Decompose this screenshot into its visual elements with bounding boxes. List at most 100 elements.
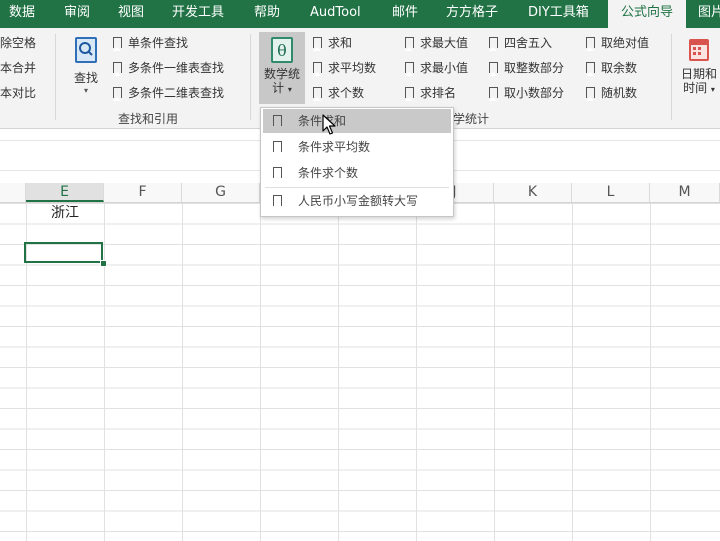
date-time-button[interactable]: 日期和 时间 ▾ (678, 36, 720, 96)
average-item[interactable]: 求平均数 (313, 58, 376, 78)
bookmark-icon (273, 195, 282, 209)
sum-item[interactable]: 求和 (313, 33, 352, 53)
remainder-label: 取余数 (601, 61, 638, 75)
chevron-down-icon: ▾ (710, 85, 715, 94)
selected-cell[interactable] (24, 242, 103, 263)
tab-help[interactable]: 帮助 (254, 0, 280, 28)
decimal-part-label: 取小数部分 (504, 86, 565, 100)
math-statistics-label-2: 计 (272, 81, 285, 95)
bookmark-icon (113, 87, 122, 101)
tab-mail[interactable]: 邮件 (392, 0, 418, 28)
tab-picture[interactable]: 图片 (698, 0, 720, 28)
menu-item-conditional-sum[interactable]: 条件求和 (263, 109, 451, 133)
remainder-item[interactable]: 取余数 (586, 58, 637, 78)
menu-item-label: 条件求个数 (298, 166, 359, 180)
date-time-label-1: 日期和 (680, 67, 717, 81)
gridline (338, 203, 339, 541)
svg-text:θ: θ (277, 41, 287, 60)
single-condition-lookup-label: 单条件查找 (128, 36, 189, 50)
max-label: 求最大值 (420, 36, 469, 50)
find-button-label: 查找 (73, 71, 98, 85)
tab-review[interactable]: 审阅 (64, 0, 90, 28)
fill-handle[interactable] (100, 260, 107, 267)
ribbon-separator (55, 34, 56, 120)
menu-separator (265, 187, 449, 188)
column-header-k[interactable]: K (494, 183, 572, 202)
single-condition-lookup[interactable]: 单条件查找 (113, 33, 188, 53)
bookmark-icon (489, 87, 498, 101)
bookmark-icon (273, 167, 282, 181)
row-header-corner[interactable] (0, 183, 26, 202)
bookmark-icon (405, 37, 414, 51)
ribbon-tab-bar: 数据 审阅 视图 开发工具 帮助 AudTool 邮件 方方格子 DIY工具箱 … (0, 0, 720, 28)
min-item[interactable]: 求最小值 (405, 58, 468, 78)
column-header-e[interactable]: E (26, 183, 104, 202)
rank-item[interactable]: 求排名 (405, 83, 456, 103)
bookmark-icon (313, 87, 322, 101)
bookmark-icon (313, 37, 322, 51)
menu-item-rmb-uppercase[interactable]: 人民币小写金额转大写 (263, 189, 451, 213)
cell-grid[interactable] (0, 203, 720, 541)
average-label: 求平均数 (328, 61, 377, 75)
chevron-down-icon: ▾ (287, 85, 292, 94)
tab-data[interactable]: 数据 (9, 0, 35, 28)
menu-item-label: 条件求平均数 (298, 140, 371, 154)
ribbon-item-text-compare[interactable]: 本对比 (0, 83, 36, 103)
bookmark-icon (273, 141, 282, 155)
random-label: 随机数 (601, 86, 638, 100)
column-header-g[interactable]: G (182, 183, 260, 202)
multi-condition-2d-lookup[interactable]: 多条件二维表查找 (113, 83, 224, 103)
date-time-label-2: 时间 (683, 81, 708, 95)
gridline (494, 203, 495, 541)
max-item[interactable]: 求最大值 (405, 33, 468, 53)
count-label: 求个数 (328, 86, 365, 100)
gridline (650, 203, 651, 541)
bookmark-icon (113, 37, 122, 51)
math-statistics-button[interactable]: θ 数学统 计 ▾ (259, 32, 305, 104)
multi-condition-1d-lookup-label: 多条件一维表查找 (128, 61, 225, 75)
tab-formula-wizard[interactable]: 公式向导 (608, 0, 686, 28)
tab-developer[interactable]: 开发工具 (172, 0, 224, 28)
ribbon-separator (250, 34, 251, 120)
count-item[interactable]: 求个数 (313, 83, 364, 103)
ribbon-separator (671, 34, 672, 120)
tab-audtool[interactable]: AudTool (310, 0, 361, 28)
find-book-icon (75, 37, 97, 63)
bookmark-icon (113, 62, 122, 76)
multi-condition-1d-lookup[interactable]: 多条件一维表查找 (113, 58, 224, 78)
bookmark-icon (489, 37, 498, 51)
math-statistics-dropdown: 条件求和 条件求平均数 条件求个数 人民币小写金额转大写 (260, 107, 454, 217)
integer-part-item[interactable]: 取整数部分 (489, 58, 564, 78)
bookmark-icon (313, 62, 322, 76)
bookmark-icon (586, 37, 595, 51)
menu-item-conditional-count[interactable]: 条件求个数 (263, 161, 451, 185)
absolute-value-item[interactable]: 取绝对值 (586, 33, 649, 53)
gridline (572, 203, 573, 541)
sum-label: 求和 (328, 36, 353, 50)
column-header-m[interactable]: M (650, 183, 720, 202)
theta-book-icon: θ (271, 37, 293, 63)
column-header-l[interactable]: L (572, 183, 650, 202)
integer-part-label: 取整数部分 (504, 61, 565, 75)
bookmark-icon (273, 115, 282, 129)
gridline (104, 203, 105, 541)
column-header-f[interactable]: F (104, 183, 182, 202)
ribbon-item-text-merge[interactable]: 本合并 (0, 58, 36, 78)
random-item[interactable]: 随机数 (586, 83, 637, 103)
tab-view[interactable]: 视图 (118, 0, 144, 28)
absolute-value-label: 取绝对值 (601, 36, 650, 50)
rank-label: 求排名 (420, 86, 457, 100)
round-label: 四舍五入 (504, 36, 553, 50)
tab-diy-toolbox[interactable]: DIY工具箱 (528, 0, 589, 28)
round-item[interactable]: 四舍五入 (489, 33, 552, 53)
decimal-part-item[interactable]: 取小数部分 (489, 83, 564, 103)
menu-item-conditional-average[interactable]: 条件求平均数 (263, 135, 451, 159)
gridline (416, 203, 417, 541)
bookmark-icon (405, 62, 414, 76)
bookmark-icon (586, 87, 595, 101)
tab-fangfang[interactable]: 方方格子 (446, 0, 498, 28)
find-button[interactable]: 查找 ▾ (66, 36, 106, 95)
ribbon-item-remove-spaces[interactable]: 除空格 (0, 33, 36, 53)
lookup-group-label: 查找和引用 (118, 112, 179, 126)
cell-e1[interactable]: 浙江 (26, 203, 104, 223)
